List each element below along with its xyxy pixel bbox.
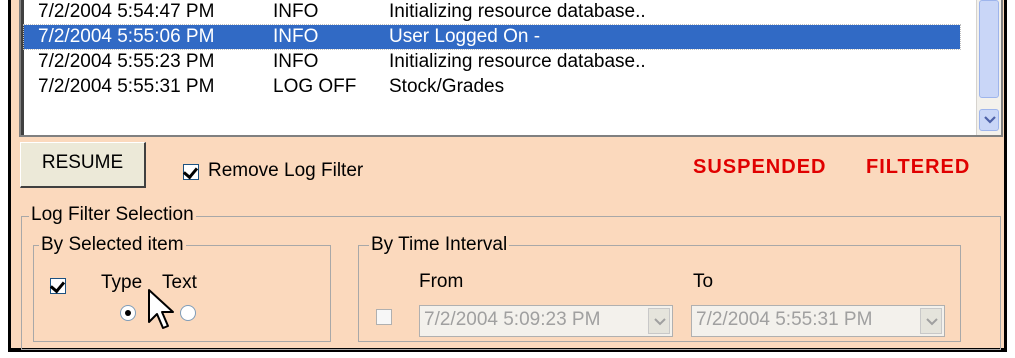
suspended-status: SUSPENDED [693, 156, 827, 178]
log-message: Initializing resource database.. [389, 1, 646, 22]
dropdown-arrow-icon [654, 318, 666, 326]
to-datetime-value: 7/2/2004 5:55:31 PM [696, 309, 873, 330]
window: 7/2/2004 5:54:47 PM INFO Initializing re… [0, 0, 1015, 358]
from-label: From [419, 271, 464, 292]
log-list-items: 7/2/2004 5:54:47 PM INFO Initializing re… [21, 0, 977, 135]
scroll-down-button[interactable] [979, 109, 999, 131]
text-radio[interactable] [180, 305, 196, 321]
type-radio[interactable] [120, 305, 136, 321]
log-list[interactable]: 7/2/2004 5:54:47 PM INFO Initializing re… [19, 0, 1003, 137]
to-dropdown-button[interactable] [920, 308, 942, 334]
log-row[interactable]: 7/2/2004 5:55:31 PM LOG OFF Stock/Grades [24, 75, 960, 99]
resume-button[interactable]: RESUME [20, 142, 146, 188]
by-selected-item-title: By Selected item [39, 234, 186, 256]
mouse-pointer-icon [148, 289, 174, 329]
remove-log-filter-checkbox[interactable] [183, 164, 199, 180]
by-time-interval-title: By Time Interval [369, 234, 510, 256]
log-type: INFO [273, 1, 319, 22]
log-type: LOG OFF [273, 76, 357, 97]
log-message: User Logged On - [389, 26, 541, 47]
filtered-status: FILTERED [866, 156, 971, 178]
log-message: Stock/Grades [389, 76, 505, 97]
log-datetime: 7/2/2004 5:55:31 PM [38, 76, 215, 97]
type-option-label: Type [101, 272, 143, 293]
log-datetime: 7/2/2004 5:54:47 PM [38, 1, 215, 22]
to-datetime-combo[interactable]: 7/2/2004 5:55:31 PM [691, 305, 945, 337]
remove-log-filter-label[interactable]: Remove Log Filter [208, 160, 363, 182]
log-type: INFO [273, 26, 319, 47]
scrollbar-thumb[interactable] [979, 0, 999, 98]
by-selected-item-checkbox[interactable] [50, 278, 66, 294]
log-datetime: 7/2/2004 5:55:23 PM [38, 51, 215, 72]
log-row-selected[interactable]: 7/2/2004 5:55:06 PM INFO User Logged On … [23, 24, 961, 50]
log-message: Initializing resource database.. [389, 51, 646, 72]
log-row[interactable]: 7/2/2004 5:55:23 PM INFO Initializing re… [24, 50, 960, 74]
dropdown-arrow-icon [926, 318, 938, 326]
from-datetime-combo[interactable]: 7/2/2004 5:09:23 PM [419, 305, 673, 337]
chevron-down-icon [984, 116, 996, 124]
vertical-scrollbar[interactable] [976, 0, 1001, 135]
log-row[interactable]: 7/2/2004 5:54:47 PM INFO Initializing re… [24, 0, 960, 24]
log-type: INFO [273, 51, 319, 72]
from-dropdown-button[interactable] [648, 308, 670, 334]
time-interval-checkbox[interactable] [376, 309, 392, 325]
from-datetime-value: 7/2/2004 5:09:23 PM [424, 309, 601, 330]
log-datetime: 7/2/2004 5:55:06 PM [38, 26, 215, 47]
to-label: To [693, 271, 714, 292]
log-filter-group-title: Log Filter Selection [29, 204, 196, 226]
